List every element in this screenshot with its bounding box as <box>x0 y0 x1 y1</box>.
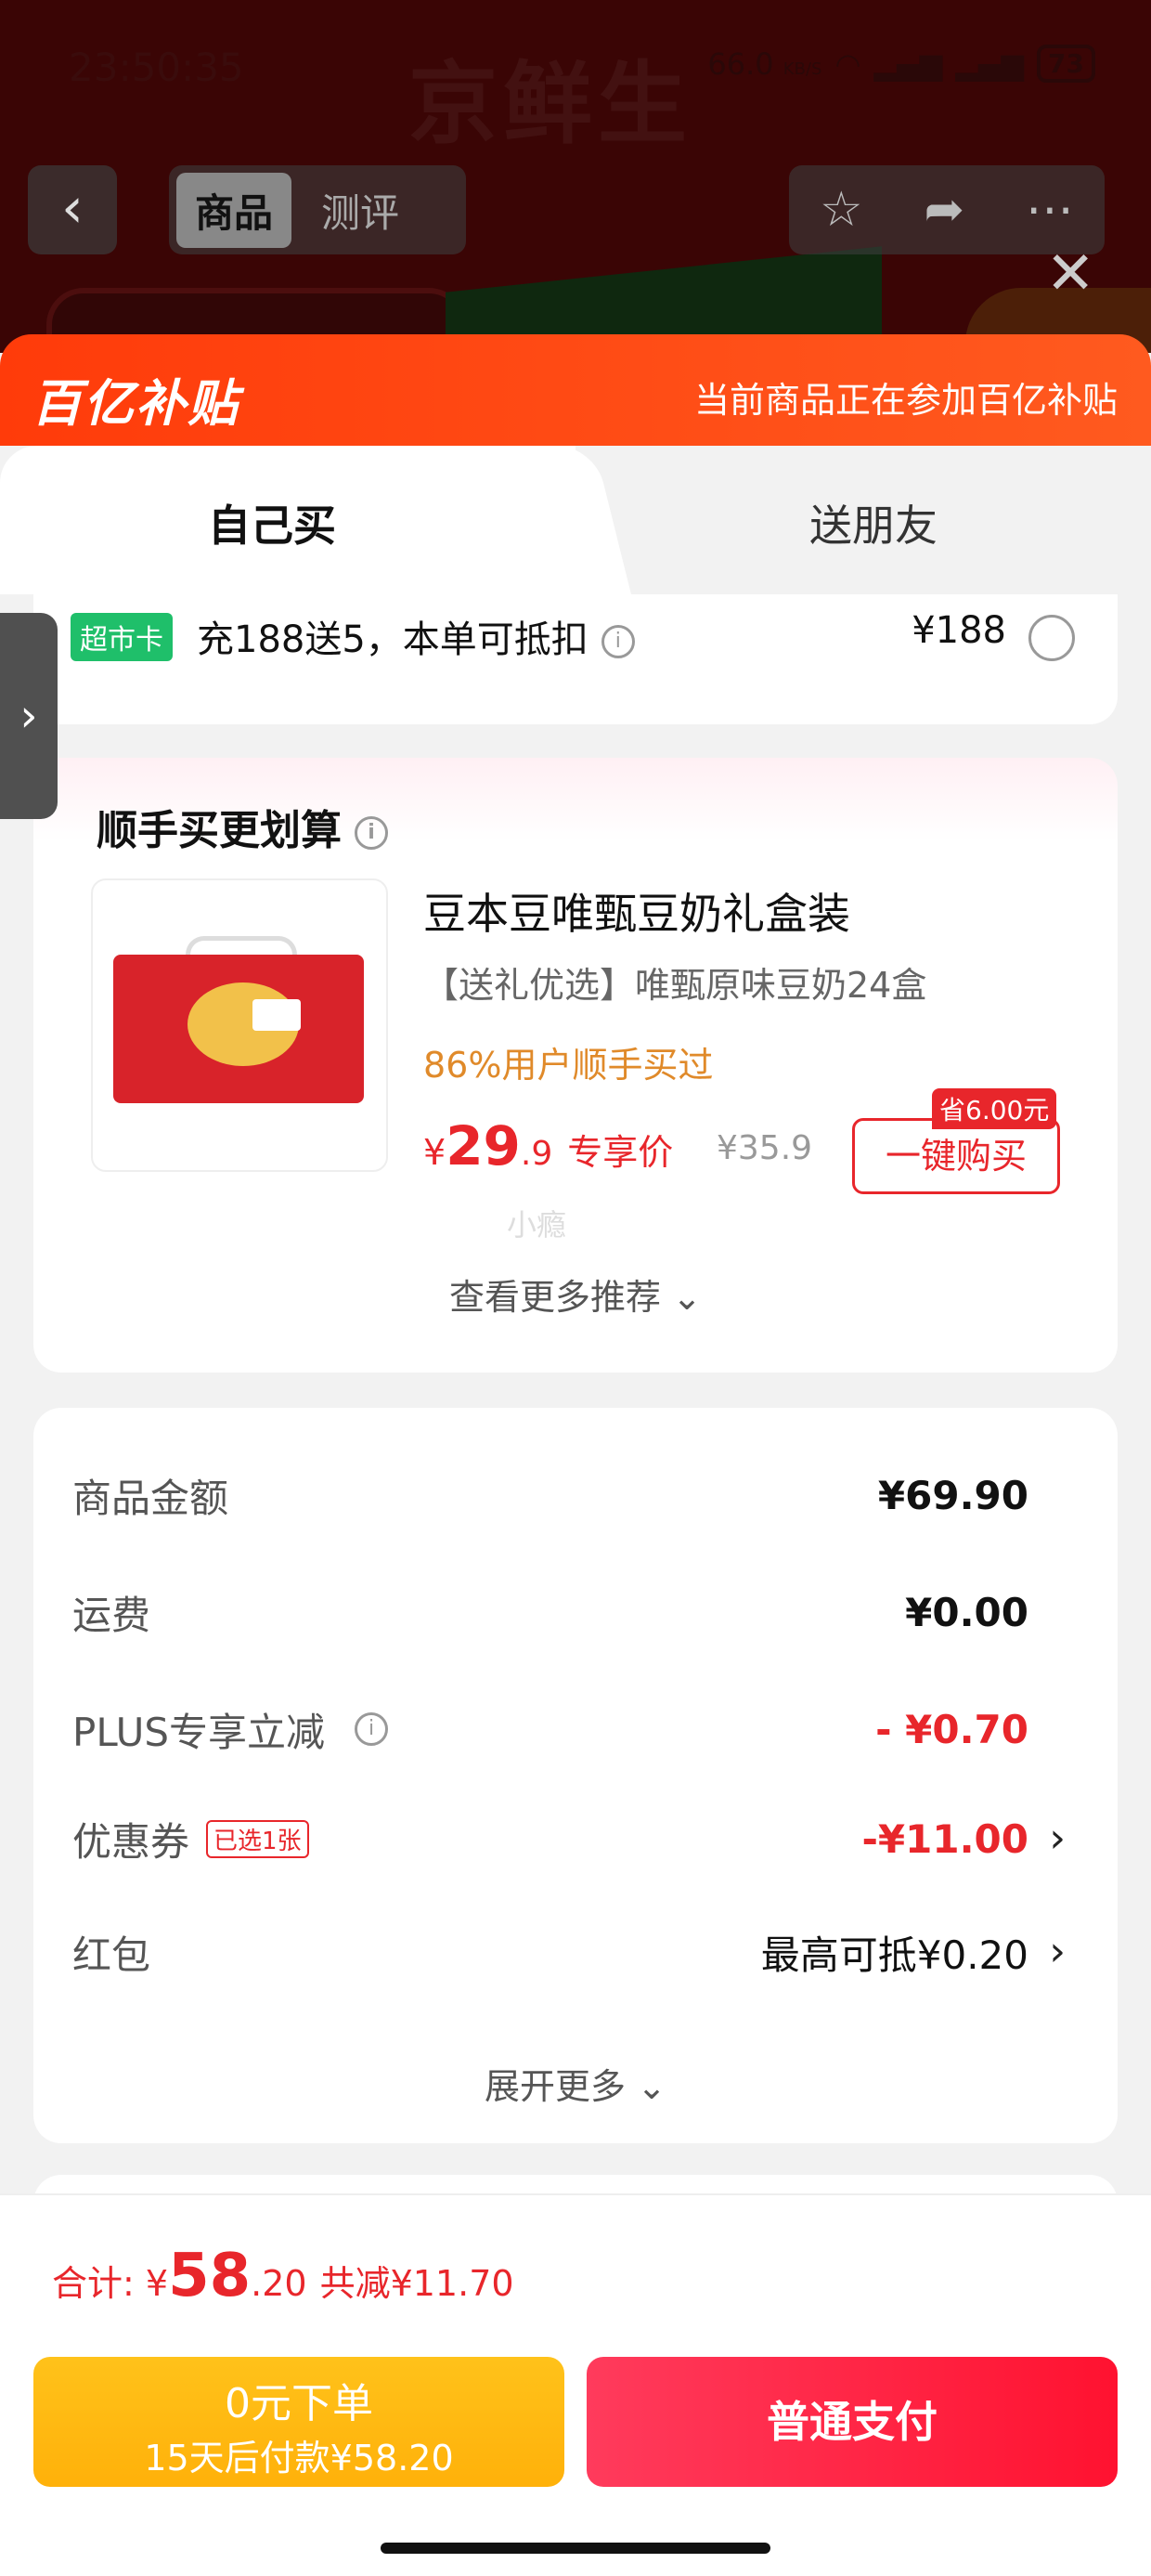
cash-card-text: 充188送5，本单可抵扣 i <box>197 609 635 663</box>
info-icon[interactable]: i <box>355 816 388 850</box>
bg-nav: ‹ 商品 测评 ☆ ➦ ⋯ <box>28 165 1132 258</box>
plus-discount-row: PLUS专享立减 i - ¥0.70 <box>72 1692 1028 1766</box>
checkout-bar: 合计: ¥58.20 共减¥11.70 0元下单 15天后付款¥58.20 普通支… <box>0 2193 1151 2576</box>
pay-later-title: 0元下单 <box>225 2380 373 2427</box>
cash-card-badge: 超市卡 <box>71 613 173 661</box>
pay-later-button[interactable]: 0元下单 15天后付款¥58.20 <box>33 2357 564 2487</box>
info-icon[interactable]: i <box>601 625 635 658</box>
bg-tab-product[interactable]: 商品 <box>176 172 292 248</box>
hongbao-row[interactable]: 红包 最高可抵¥0.20 <box>72 1915 1028 1989</box>
bybt-banner: 百亿补贴 当前商品正在参加百亿补贴 <box>0 334 1151 448</box>
side-drawer-handle[interactable]: › <box>0 613 58 819</box>
status-time: 23:50:35 <box>69 45 244 90</box>
shipping-label: 运费 <box>72 1592 151 1638</box>
shipping-value: ¥0.00 <box>905 1589 1028 1635</box>
coupon-label: 优惠券 已选1张 <box>72 1811 309 1867</box>
chevron-right-icon[interactable]: › <box>1049 1815 1066 1862</box>
pay-now-button[interactable]: 普通支付 <box>587 2357 1118 2487</box>
coupon-value: -¥11.00 <box>861 1815 1028 1862</box>
more-recommendations-link[interactable]: 查看更多推荐 ⌄ <box>33 1268 1118 1320</box>
cash-card-radio[interactable] <box>1028 615 1075 661</box>
signal-icon-2: ▂▄▆ <box>955 46 1025 82</box>
expand-more-link[interactable]: 展开更多 ⌄ <box>33 2058 1118 2109</box>
background-page: 京鲜生 23:50:35 66.0 KB/S ◠ ▂▄▆ ▂▄▆ 73 ‹ 商品… <box>0 0 1151 353</box>
product-popularity: 86%用户顺手买过 <box>423 1045 714 1086</box>
save-badge: 省6.00元 <box>932 1088 1057 1129</box>
signal-icon: ▂▄▆ <box>873 46 943 82</box>
net-speed: 66.0 KB/S <box>707 46 822 82</box>
plus-discount-value: - ¥0.70 <box>875 1706 1028 1752</box>
watermark: 小瘾 <box>507 1207 567 1242</box>
bg-tab-review[interactable]: 测评 <box>303 173 418 248</box>
tab-friend-label[interactable]: 送朋友 <box>809 492 938 553</box>
total-price: 合计: ¥58.20 共减¥11.70 <box>52 2242 514 2310</box>
home-indicator[interactable] <box>381 2543 770 2554</box>
hongbao-label: 红包 <box>72 1932 151 1978</box>
product-thumbnail[interactable] <box>91 878 388 1172</box>
tab-self-label[interactable]: 自己买 <box>208 492 336 553</box>
status-icons: 66.0 KB/S ◠ ▂▄▆ ▂▄▆ 73 <box>707 45 1095 83</box>
product-name[interactable]: 豆本豆唯甄豆奶礼盒装 <box>423 880 850 942</box>
star-icon[interactable]: ☆ <box>820 182 863 238</box>
share-icon[interactable]: ➦ <box>925 182 965 238</box>
upsell-card: 顺手买更划算 i 豆本豆唯甄豆奶礼盒装 【送礼优选】唯甄原味豆奶24盒 86%用户… <box>33 758 1118 1373</box>
goods-amount-row: 商品金额 ¥69.90 <box>72 1458 1028 1532</box>
coupon-row[interactable]: 优惠券 已选1张 -¥11.00 <box>72 1802 1028 1876</box>
cash-card-amount: ¥188 <box>912 609 1006 652</box>
wifi-icon: ◠ <box>834 46 861 82</box>
one-click-buy-button[interactable]: 一键购买 <box>852 1118 1060 1194</box>
price-summary-card: 商品金额 ¥69.90 运费 ¥0.00 PLUS专享立减 i - ¥0.70 优… <box>33 1408 1118 2143</box>
info-icon[interactable]: i <box>355 1712 389 1746</box>
bybt-notice: 当前商品正在参加百亿补贴 <box>693 380 1118 421</box>
close-icon[interactable]: ✕ <box>1045 240 1095 308</box>
chevron-right-icon[interactable]: › <box>1049 1928 1066 1975</box>
product-price: ¥29.9 专享价 <box>423 1114 674 1177</box>
plus-discount-label: PLUS专享立减 i <box>72 1701 389 1758</box>
battery-icon: 73 <box>1037 45 1095 83</box>
upsell-title: 顺手买更划算 i <box>97 797 388 856</box>
total-discount: 共减¥11.70 <box>319 2263 514 2304</box>
more-icon[interactable]: ⋯ <box>1026 182 1074 238</box>
goods-amount-value: ¥69.90 <box>877 1472 1028 1518</box>
back-icon[interactable]: ‹ <box>28 165 117 254</box>
pay-later-subtitle: 15天后付款¥58.20 <box>144 2438 454 2478</box>
cash-card: 超市卡 充188送5，本单可抵扣 i ¥188 <box>33 594 1118 724</box>
product-subtitle: 【送礼优选】唯甄原味豆奶24盒 <box>423 965 927 1006</box>
purchase-tabs: 自己买 送朋友 <box>0 446 1151 594</box>
coupon-selected-tag: 已选1张 <box>206 1819 309 1858</box>
bg-segment: 商品 测评 <box>169 165 466 254</box>
original-price: ¥35.9 <box>717 1129 813 1167</box>
hongbao-value: 最高可抵¥0.20 <box>760 1932 1028 1978</box>
sheet-content: 超市卡 充188送5，本单可抵扣 i ¥188 顺手买更划算 i 豆本豆唯甄豆奶礼盒… <box>0 594 1151 2212</box>
thumb-giftbox <box>113 955 364 1103</box>
shipping-row: 运费 ¥0.00 <box>72 1575 1028 1649</box>
goods-amount-label: 商品金额 <box>72 1475 229 1521</box>
bybt-logo: 百亿补贴 <box>32 374 239 433</box>
